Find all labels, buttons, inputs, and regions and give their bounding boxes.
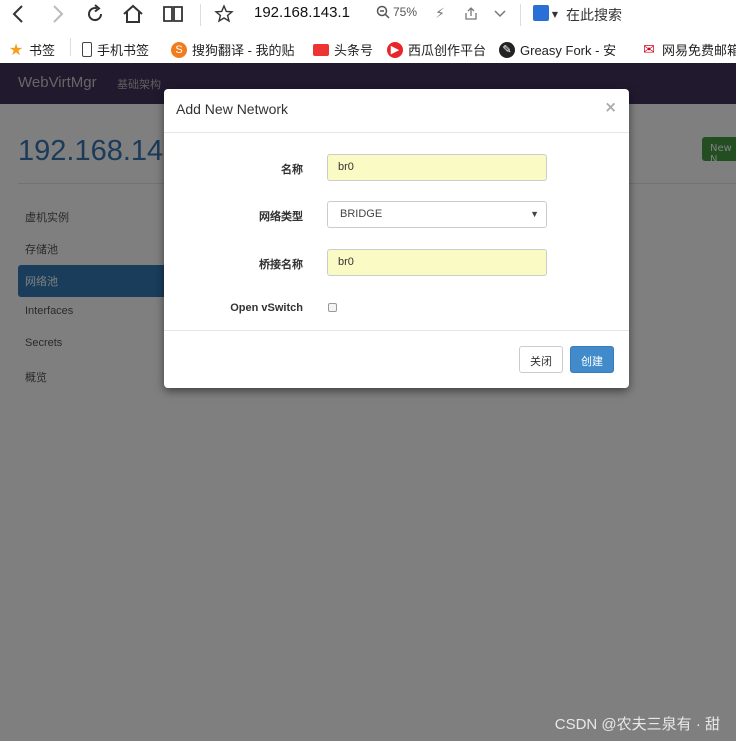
toutiao-icon (313, 43, 329, 56)
zoom-level: 75% (393, 5, 418, 19)
open-vswitch-label: Open vSwitch (230, 302, 303, 314)
reader-icon[interactable] (161, 2, 185, 26)
search-engine-dropdown-icon[interactable]: ▼ (550, 2, 560, 26)
phone-icon (82, 42, 92, 57)
bookmark-item[interactable]: ✉ 网易免费邮箱 (641, 40, 736, 59)
search-box[interactable]: 在此搜索 (566, 5, 622, 25)
network-type-value: BRIDGE (340, 208, 383, 220)
back-icon[interactable] (8, 2, 28, 26)
sogou-icon: S (171, 41, 187, 58)
close-icon[interactable]: × (604, 98, 617, 116)
share-icon[interactable] (462, 2, 480, 26)
netease-icon: ✉ (643, 41, 655, 57)
bridge-row: 桥接名称 br0 (164, 249, 629, 277)
create-button[interactable]: 创建 (570, 346, 614, 373)
greasyfork-icon: ✎ (499, 41, 515, 58)
star-outline-icon[interactable] (213, 2, 235, 26)
bookmark-item[interactable]: ▶ 西瓜创作平台 (387, 40, 486, 59)
browser-toolbar: 192.168.143.1 75% ⚡ ▼ 在此搜索 (0, 0, 736, 30)
forward-icon[interactable] (48, 2, 68, 26)
modal-title: Add New Network (176, 101, 289, 117)
bookmark-item[interactable]: ✎ Greasy Fork - 安 (499, 40, 616, 59)
bridge-name-label: 桥接名称 (259, 259, 303, 271)
bookmark-item[interactable]: 头条号 (313, 40, 373, 59)
reload-icon[interactable] (84, 2, 106, 26)
toolbar-divider (520, 4, 521, 26)
name-label: 名称 (281, 164, 303, 176)
bookmark-item[interactable]: 手机书签 (82, 40, 149, 59)
network-type-label: 网络类型 (259, 211, 303, 223)
open-vswitch-checkbox[interactable] (328, 303, 337, 312)
bookmarks-divider (70, 38, 71, 56)
address-bar[interactable]: 192.168.143.1 (254, 4, 350, 21)
zoom-indicator[interactable]: 75% (376, 5, 417, 19)
toolbar-divider (200, 4, 201, 26)
name-input[interactable]: br0 (327, 154, 547, 181)
chevron-down-icon: ▼ (530, 209, 539, 219)
bookmark-item[interactable]: S 搜狗翻译 - 我的贴 (171, 40, 295, 59)
chevron-down-icon[interactable] (492, 2, 508, 26)
zoom-icon (376, 5, 390, 19)
watermark: CSDN @农夫三泉有 · 甜 (554, 716, 720, 733)
bookmarks-bar: ★ 书签 手机书签 S 搜狗翻译 - 我的贴 头条号 ▶ 西瓜创作平台 ✎ Gr… (0, 34, 736, 62)
star-icon: ★ (8, 41, 24, 59)
network-type-select[interactable]: BRIDGE ▼ (327, 201, 547, 228)
name-row: 名称 br0 (164, 154, 629, 182)
lightning-icon[interactable]: ⚡ (432, 2, 448, 26)
close-button[interactable]: 关闭 (519, 346, 563, 373)
bookmark-item[interactable]: ★ 书签 (8, 40, 55, 59)
modal-footer: 关闭 创建 (164, 330, 629, 388)
home-icon[interactable] (121, 2, 145, 26)
type-row: 网络类型 BRIDGE ▼ (164, 201, 629, 229)
modal-header: Add New Network × (164, 89, 629, 133)
add-network-modal: Add New Network × 名称 br0 网络类型 BRIDGE ▼ 桥… (164, 89, 629, 388)
bridge-name-input[interactable]: br0 (327, 249, 547, 276)
xigua-icon: ▶ (387, 41, 403, 58)
ovs-row: Open vSwitch (164, 295, 629, 323)
search-engine-icon[interactable] (533, 5, 549, 21)
